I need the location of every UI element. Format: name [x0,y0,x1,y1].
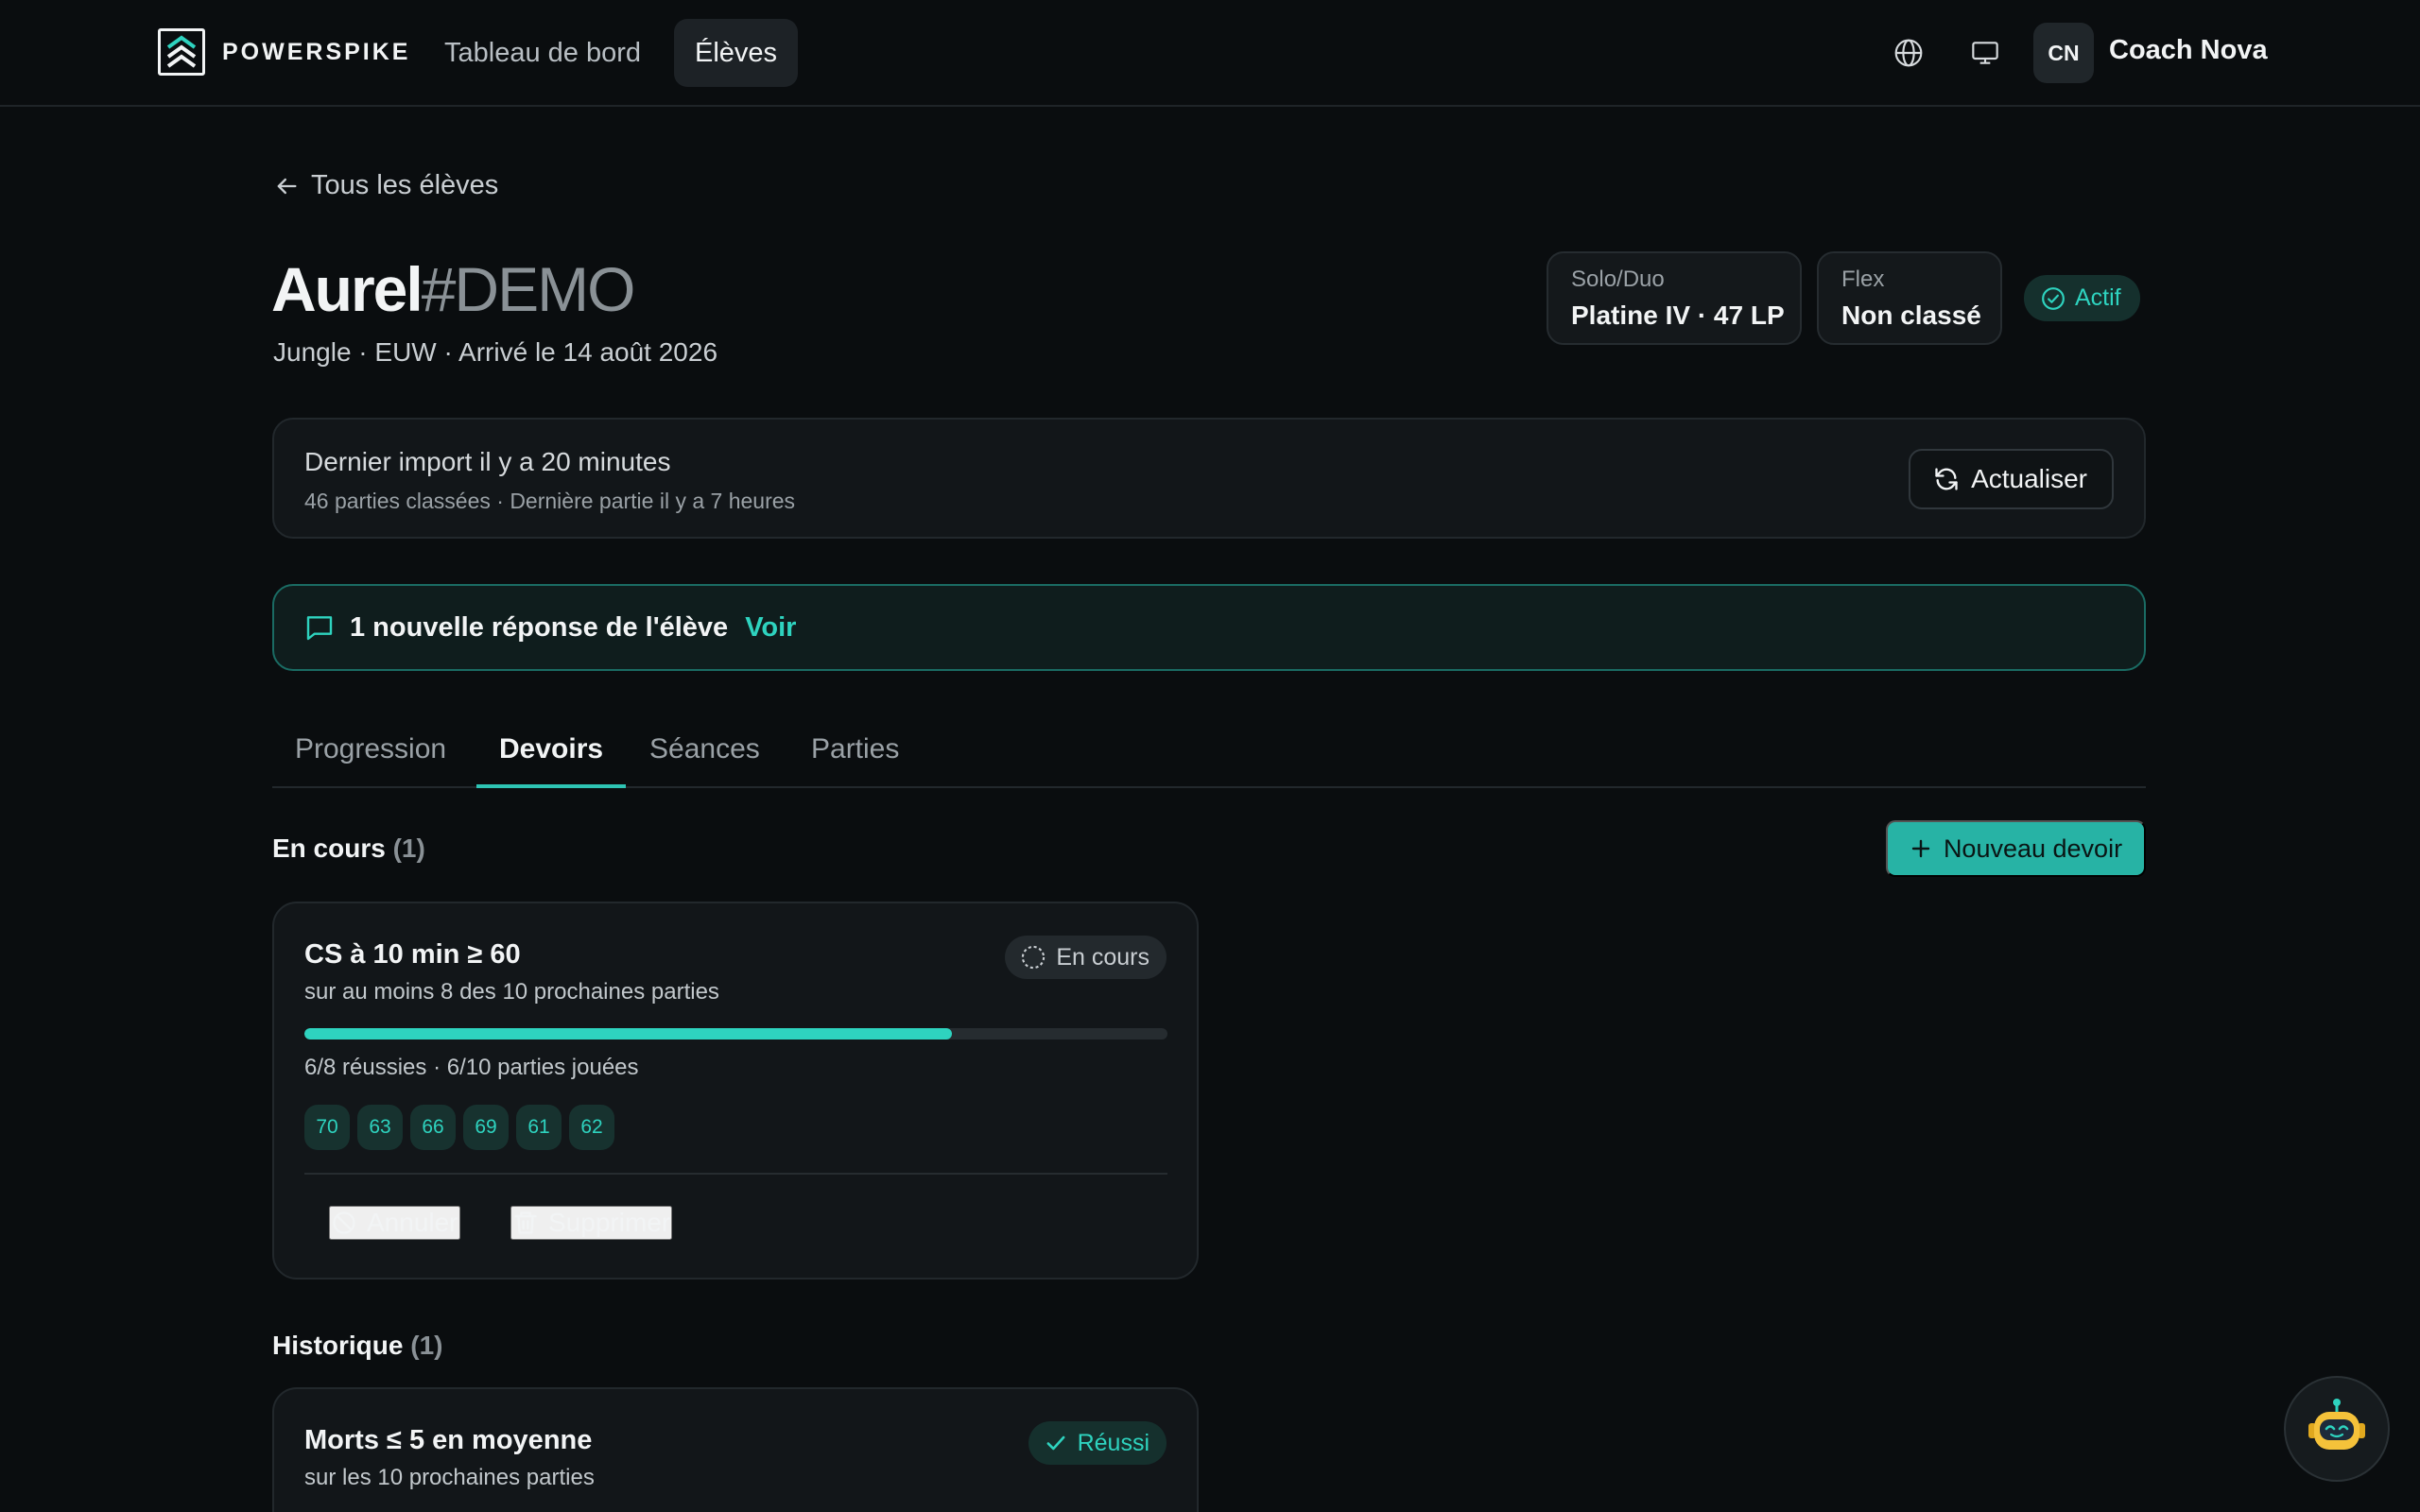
delete-assignment-button[interactable]: Supprimer [510,1206,673,1240]
assignment-subtitle: sur les 10 prochaines parties [304,1465,595,1490]
status-label: Réussi [1077,1429,1150,1456]
import-status-panel: Dernier import il y a 20 minutes 46 part… [272,418,2146,539]
in-progress-title: En cours [272,833,386,863]
status-badge: En cours [1005,936,1167,979]
ban-icon [333,1211,355,1234]
plus-icon [1911,839,1930,858]
tab-devoirs[interactable]: Devoirs [476,724,627,788]
rank-value: Platine IV · 47 LP [1571,301,1785,330]
rank-queue-label: Flex [1841,266,1885,292]
arrow-left-icon [277,178,297,194]
student-tabs: Progression Devoirs Séances Parties [272,724,2146,788]
history-title: Historique [272,1331,404,1360]
avatar[interactable]: CN [2033,23,2094,83]
import-title: Dernier import il y a 20 minutes [304,447,671,476]
back-label: Tous les élèves [311,170,499,200]
progress-bar [304,1028,1167,1040]
assignment-title: CS à 10 min ≥ 60 [304,939,521,970]
globe-icon[interactable] [1888,32,1929,74]
delete-label: Supprimer [548,1208,671,1237]
game-value-chip: 61 [516,1105,562,1150]
assignment-title: Morts ≤ 5 en moyenne [304,1425,593,1455]
import-subtitle: 46 parties classées · Dernière partie il… [304,489,796,513]
player-name: Aurel [271,254,424,324]
page-title: Aurel#DEMO [271,253,636,325]
cancel-assignment-button[interactable]: Annuler [329,1206,460,1240]
assignment-card: CS à 10 min ≥ 60 sur au moins 8 des 10 p… [272,902,1199,1280]
reply-text: 1 nouvelle réponse de l'élève [350,611,729,643]
rank-card-flex: Flex Non classé [1817,251,2002,345]
progress-text: 6/8 réussies · 6/10 parties jouées [304,1055,639,1080]
tab-parties[interactable]: Parties [788,724,922,788]
trash-icon [514,1211,537,1234]
rank-value: Non classé [1841,301,1981,330]
game-value-chip: 63 [357,1105,403,1150]
message-icon [306,616,333,641]
new-reply-banner: 1 nouvelle réponse de l'élève Voir [272,584,2146,671]
spinner-icon [1022,945,1046,970]
rank-queue-label: Solo/Duo [1571,266,1665,292]
cancel-label: Annuler [367,1208,458,1237]
monitor-icon[interactable] [1964,32,2006,74]
progress-fill [304,1028,952,1040]
user-name[interactable]: Coach Nova [2109,35,2268,66]
logo-icon [158,28,205,76]
status-badge: Actif [2024,275,2140,321]
new-assignment-button[interactable]: Nouveau devoir [1886,820,2146,877]
top-navigation: POWERSPIKE Tableau de bord Élèves CN Coa… [0,0,2420,107]
status-label: En cours [1056,943,1150,971]
refresh-label: Actualiser [1971,464,2087,493]
assignment-card: Morts ≤ 5 en moyenne sur les 10 prochain… [272,1387,1199,1512]
assignment-subtitle: sur au moins 8 des 10 prochaines parties [304,979,719,1005]
game-value-chip: 70 [304,1105,350,1150]
nav-dashboard-link[interactable]: Tableau de bord [424,19,662,87]
brand-logo[interactable]: POWERSPIKE [158,28,410,76]
robot-icon [2308,1399,2365,1450]
divider [304,1173,1167,1175]
player-tag: #DEMO [421,254,636,324]
new-assignment-label: Nouveau devoir [1943,833,2123,863]
tab-progression[interactable]: Progression [272,724,469,788]
view-reply-link[interactable]: Voir [745,612,796,644]
check-circle-icon [2042,286,2065,310]
game-value-chip: 66 [410,1105,456,1150]
rank-card-solo: Solo/Duo Platine IV · 47 LP [1547,251,1802,345]
check-icon [1046,1435,1065,1451]
game-value-chip: 62 [569,1105,614,1150]
history-count: (1) [410,1331,443,1360]
tab-seances[interactable]: Séances [627,724,783,788]
brand-name: POWERSPIKE [222,38,411,65]
game-value-chip: 69 [463,1105,509,1150]
status-badge: Réussi [1028,1421,1167,1465]
back-to-students-link[interactable]: Tous les élèves [273,170,498,201]
refresh-button[interactable]: Actualiser [1909,449,2114,509]
status-label: Actif [2075,284,2121,311]
in-progress-heading: En cours (1) [272,833,425,864]
in-progress-count: (1) [392,833,425,863]
player-subtitle: Jungle · EUW · Arrivé le 14 août 2026 [273,337,718,367]
refresh-icon [1935,468,1958,490]
history-heading: Historique (1) [272,1331,442,1361]
game-values: 70 63 66 69 61 62 [304,1105,614,1150]
assistant-button[interactable] [2284,1376,2390,1482]
nav-students-link[interactable]: Élèves [674,19,799,87]
